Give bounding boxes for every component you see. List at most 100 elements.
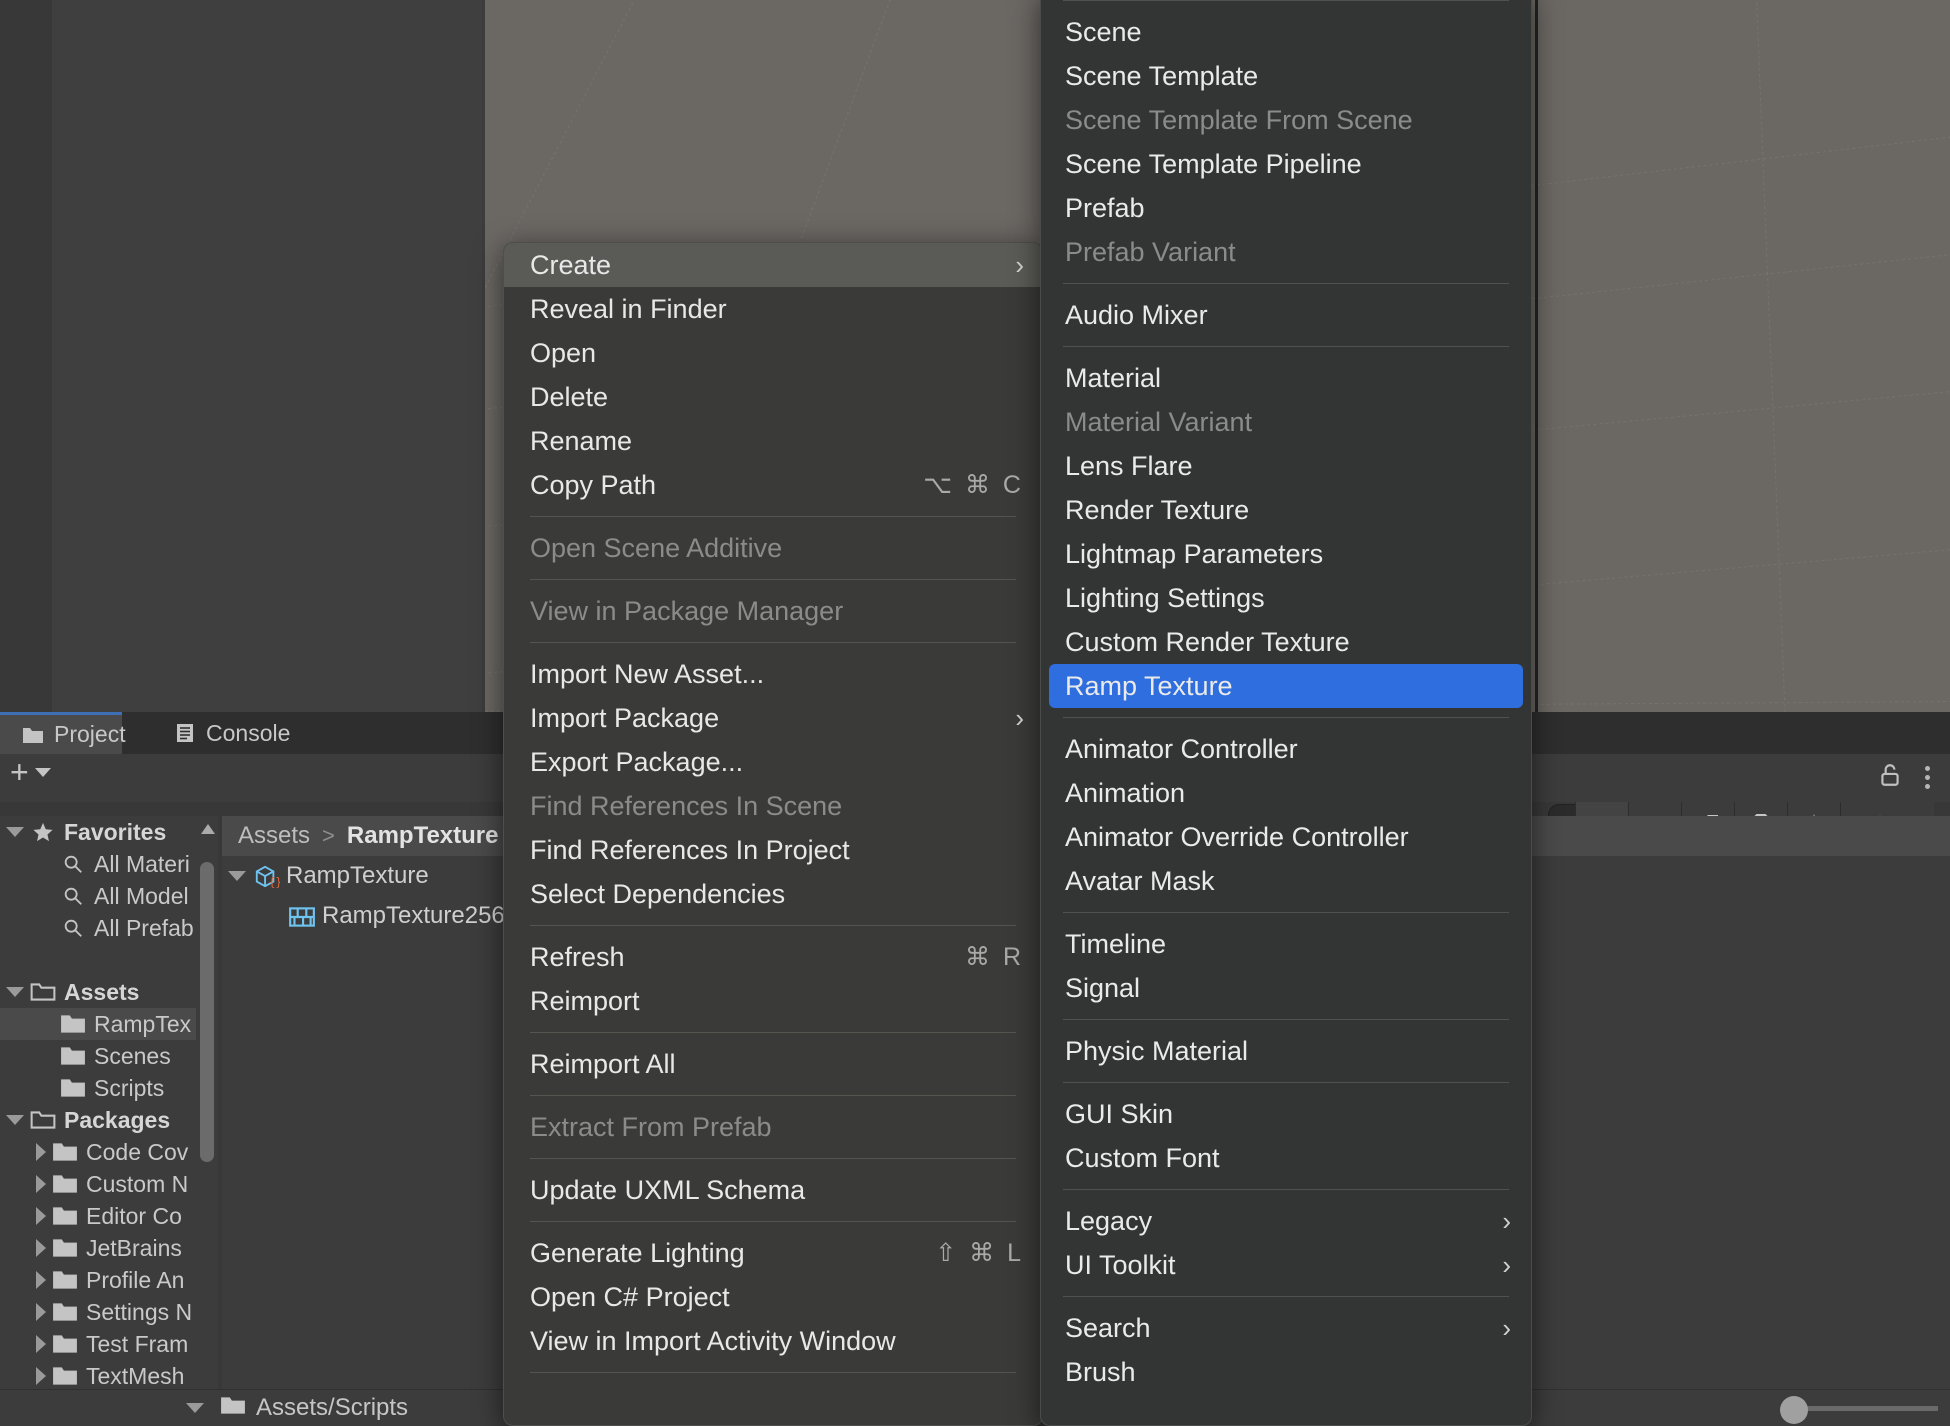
tree-item-code-cov[interactable]: Code Cov — [0, 1136, 196, 1168]
menu-item-label: Generate Lighting — [530, 1237, 745, 1268]
create-item-timeline[interactable]: Timeline — [1041, 922, 1531, 966]
chevron-right-icon[interactable] — [36, 1143, 46, 1161]
create-item-lens-flare[interactable]: Lens Flare — [1041, 444, 1531, 488]
menu-item-export-package[interactable]: Export Package... — [504, 740, 1042, 784]
menu-item-generate-lighting[interactable]: Generate Lighting ⇧ ⌘ L — [504, 1231, 1042, 1275]
create-item-brush[interactable]: Brush — [1041, 1350, 1531, 1394]
menu-item-label: Lightmap Parameters — [1065, 538, 1324, 569]
breadcrumb-root[interactable]: Assets — [238, 822, 310, 850]
unlock-icon[interactable] — [1877, 762, 1903, 793]
menu-item-create[interactable]: Create › — [504, 243, 1042, 287]
tree-item-assets[interactable]: Assets — [0, 976, 196, 1008]
tree-item-all-materi[interactable]: All Materi — [0, 848, 196, 880]
chevron-right-icon[interactable] — [36, 1271, 46, 1289]
create-item-lighting-settings[interactable]: Lighting Settings — [1041, 576, 1531, 620]
create-item-custom-render-texture[interactable]: Custom Render Texture — [1041, 620, 1531, 664]
tree-item-test-fram[interactable]: Test Fram — [0, 1328, 196, 1360]
menu-item-refresh[interactable]: Refresh ⌘ R — [504, 935, 1042, 979]
chevron-right-icon[interactable] — [36, 1207, 46, 1225]
chevron-down-icon[interactable] — [228, 871, 246, 881]
create-item-custom-font[interactable]: Custom Font — [1041, 1136, 1531, 1180]
chevron-down-icon[interactable] — [6, 827, 24, 837]
tree-item-custom-n[interactable]: Custom N — [0, 1168, 196, 1200]
create-item-animator-controller[interactable]: Animator Controller — [1041, 727, 1531, 771]
create-item-gui-skin[interactable]: GUI Skin — [1041, 1092, 1531, 1136]
kebab-menu-icon[interactable] — [1925, 765, 1930, 789]
create-item-ui-toolkit[interactable]: UI Toolkit › — [1041, 1243, 1531, 1287]
tree-item-textmesh[interactable]: TextMesh — [0, 1360, 196, 1392]
scroll-up-icon[interactable] — [201, 824, 215, 834]
tree-item-label: Scripts — [94, 1074, 165, 1101]
tree-item-all-prefab[interactable]: All Prefab — [0, 912, 196, 944]
tree-scrollbar[interactable] — [196, 816, 218, 1426]
menu-item-select-dependencies[interactable]: Select Dependencies — [504, 872, 1042, 916]
create-item-animation[interactable]: Animation — [1041, 771, 1531, 815]
scrollbar-thumb[interactable] — [200, 862, 214, 1162]
menu-item-label: Search — [1065, 1312, 1151, 1343]
folder-icon — [52, 1141, 78, 1163]
menu-item-reimport[interactable]: Reimport — [504, 979, 1042, 1023]
chevron-down-icon[interactable] — [6, 987, 24, 997]
thumbnail-zoom-slider[interactable] — [1780, 1396, 1940, 1424]
menu-item-rename[interactable]: Rename — [504, 419, 1042, 463]
tree-item-label: Packages — [64, 1106, 171, 1133]
menu-item-reimport-all[interactable]: Reimport All — [504, 1042, 1042, 1086]
menu-item-find-references-in-project[interactable]: Find References In Project — [504, 828, 1042, 872]
menu-item-reveal-in-finder[interactable]: Reveal in Finder — [504, 287, 1042, 331]
tree-item-scripts[interactable]: Scripts — [0, 1072, 196, 1104]
create-item-scene-template-pipeline[interactable]: Scene Template Pipeline — [1041, 142, 1531, 186]
project-tree[interactable]: Favorites All Materi All Model All Prefab As… — [0, 816, 196, 1426]
menu-item-import-package[interactable]: Import Package › — [504, 696, 1042, 740]
chevron-right-icon[interactable] — [36, 1335, 46, 1353]
asset-context-menu[interactable]: Create › Reveal in Finder Open Delete Rename C… — [503, 242, 1043, 1426]
chevron-right-icon[interactable] — [36, 1367, 46, 1385]
menu-item-view-in-import-activity-window[interactable]: View in Import Activity Window — [504, 1319, 1042, 1363]
tree-item-settings-n[interactable]: Settings N — [0, 1296, 196, 1328]
chevron-down-icon[interactable] — [6, 1115, 24, 1125]
chevron-down-icon[interactable] — [186, 1403, 204, 1413]
chevron-right-icon[interactable] — [36, 1175, 46, 1193]
status-path-label: Assets/Scripts — [256, 1394, 409, 1421]
create-item-ramp-texture[interactable]: Ramp Texture — [1049, 664, 1523, 708]
create-item-audio-mixer[interactable]: Audio Mixer — [1041, 293, 1531, 337]
tab-project-label: Project — [54, 721, 126, 747]
slider-knob[interactable] — [1780, 1396, 1808, 1424]
create-item-avatar-mask[interactable]: Avatar Mask — [1041, 859, 1531, 903]
create-item-render-texture[interactable]: Render Texture — [1041, 488, 1531, 532]
create-item-physic-material[interactable]: Physic Material — [1041, 1029, 1531, 1073]
chevron-right-icon[interactable] — [36, 1239, 46, 1257]
prefab-cube-icon: {} — [252, 865, 282, 889]
create-item-material[interactable]: Material — [1041, 356, 1531, 400]
create-item-animator-override-controller[interactable]: Animator Override Controller — [1041, 815, 1531, 859]
tree-item-profile-an[interactable]: Profile An — [0, 1264, 196, 1296]
menu-separator — [530, 1158, 1016, 1159]
tab-project[interactable]: Project — [0, 712, 126, 754]
menu-item-open[interactable]: Open — [504, 331, 1042, 375]
tree-item-editor-co[interactable]: Editor Co — [0, 1200, 196, 1232]
create-item-scene-template[interactable]: Scene Template — [1041, 54, 1531, 98]
menu-item-delete[interactable]: Delete — [504, 375, 1042, 419]
menu-item-import-new-asset[interactable]: Import New Asset... — [504, 652, 1042, 696]
create-item-lightmap-parameters[interactable]: Lightmap Parameters — [1041, 532, 1531, 576]
create-item-prefab[interactable]: Prefab — [1041, 186, 1531, 230]
create-item-scene[interactable]: Scene — [1041, 10, 1531, 54]
tree-item-all-model[interactable]: All Model — [0, 880, 196, 912]
tree-item-scenes[interactable]: Scenes — [0, 1040, 196, 1072]
create-item-search[interactable]: Search › — [1041, 1306, 1531, 1350]
create-item-signal[interactable]: Signal — [1041, 966, 1531, 1010]
tree-item-ramptex[interactable]: RampTex — [0, 1008, 196, 1040]
folder-icon — [22, 724, 44, 746]
tree-item-jetbrains[interactable]: JetBrains — [0, 1232, 196, 1264]
menu-item-copy-path[interactable]: Copy Path ⌥ ⌘ C — [504, 463, 1042, 507]
tree-item-favorites[interactable]: Favorites — [0, 816, 196, 848]
tree-item-packages[interactable]: Packages — [0, 1104, 196, 1136]
tab-console[interactable]: Console — [152, 712, 352, 754]
create-item-legacy[interactable]: Legacy › — [1041, 1199, 1531, 1243]
create-asset-button[interactable]: + — [10, 756, 51, 788]
menu-item-open-c-project[interactable]: Open C# Project — [504, 1275, 1042, 1319]
create-submenu[interactable]: Scene Scene Template Scene Template From S… — [1040, 0, 1532, 1426]
menu-item-update-uxml-schema[interactable]: Update UXML Schema — [504, 1168, 1042, 1212]
chevron-right-icon[interactable] — [36, 1303, 46, 1321]
menu-item-label: Ramp Texture — [1065, 670, 1233, 701]
